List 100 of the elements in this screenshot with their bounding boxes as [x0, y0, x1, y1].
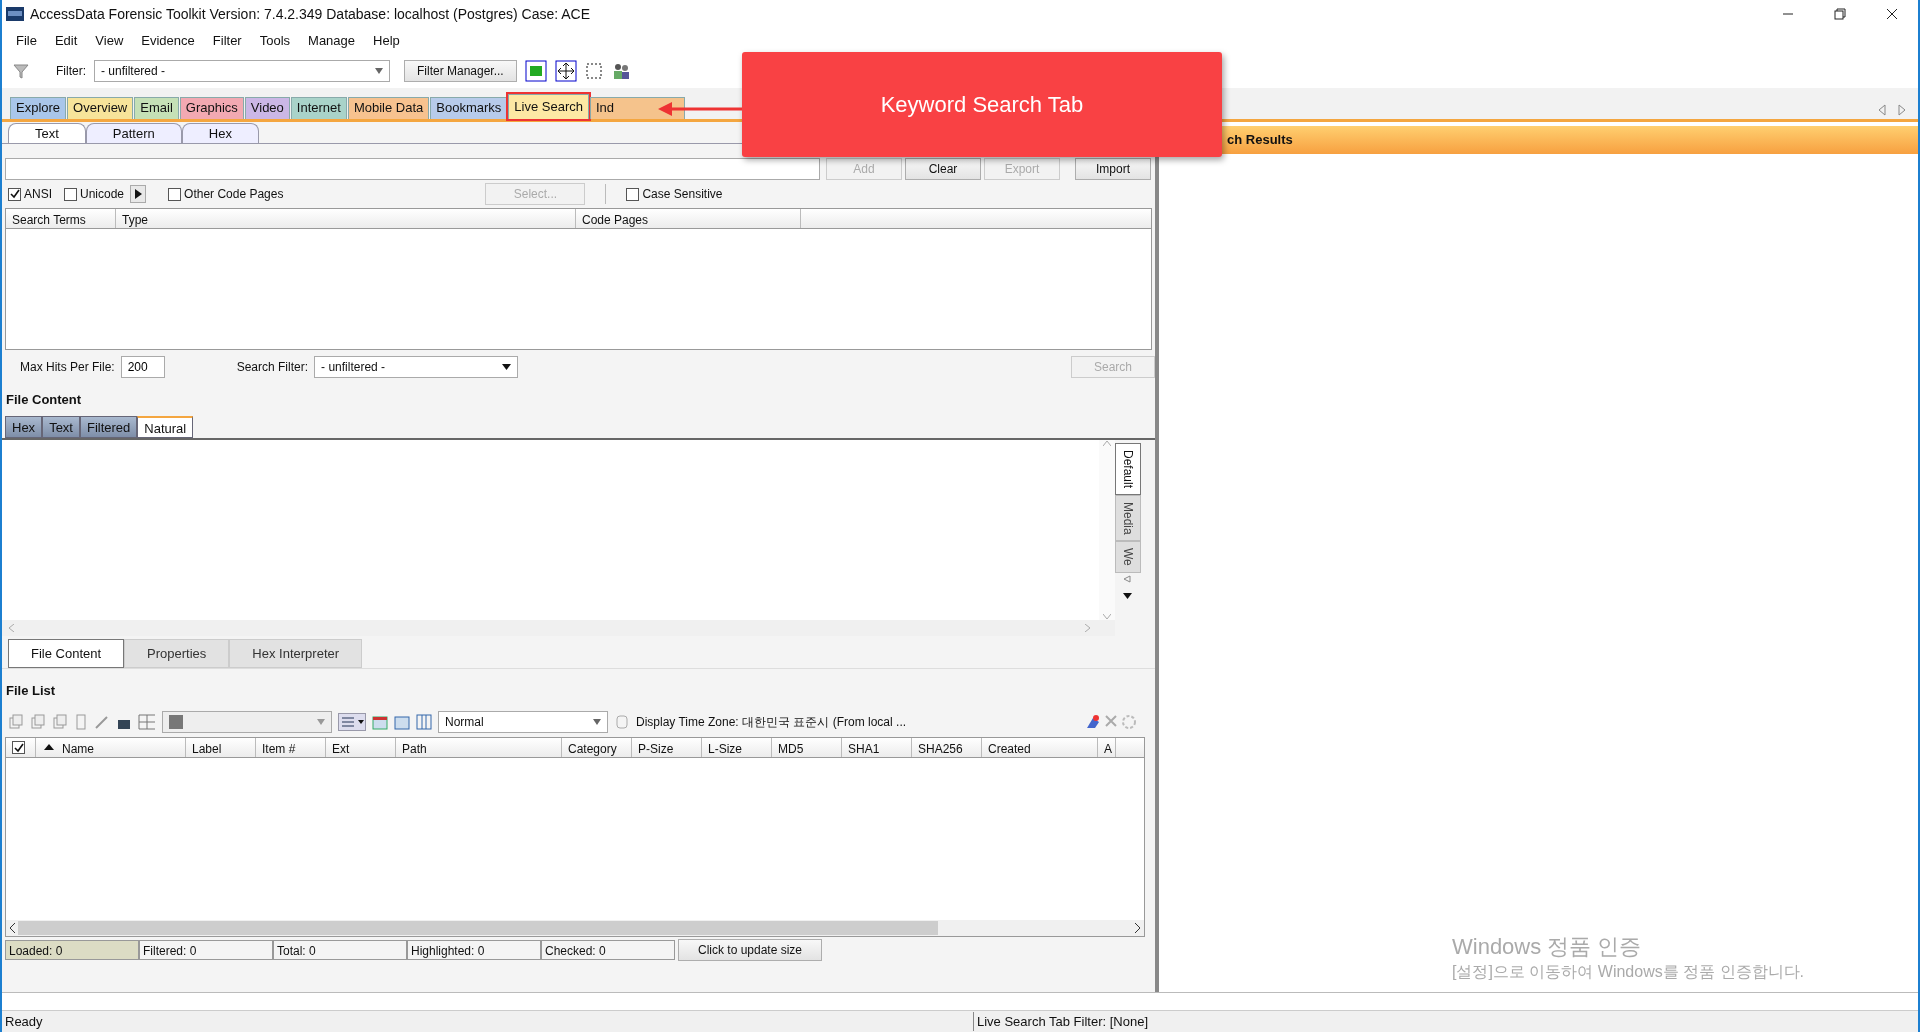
tab[interactable]: Explore: [10, 97, 67, 119]
scroll-left-icon[interactable]: [9, 922, 15, 933]
tab[interactable]: File Content: [8, 638, 125, 668]
selection-icon[interactable]: [584, 62, 603, 80]
column-header[interactable]: Ext: [326, 737, 396, 757]
columns-icon[interactable]: [416, 713, 432, 730]
tab[interactable]: Email: [134, 97, 179, 119]
tab[interactable]: Natural: [137, 415, 194, 438]
tab[interactable]: Hex: [5, 415, 43, 438]
column-header[interactable]: Item #: [256, 737, 326, 757]
column-header[interactable]: MD5: [772, 737, 842, 757]
tab[interactable]: Graphics: [179, 97, 244, 119]
close-icon[interactable]: [1886, 8, 1898, 20]
column-header[interactable]: Code Pages: [576, 209, 801, 228]
tab[interactable]: Mobile Data: [347, 97, 430, 119]
funnel-icon[interactable]: [12, 62, 30, 80]
checkbox-label: Case Sensitive: [642, 186, 723, 203]
column-header[interactable]: A: [1098, 737, 1116, 757]
menu-item[interactable]: View: [95, 31, 124, 51]
scroll-down-icon[interactable]: [1103, 613, 1111, 620]
calendar-icon[interactable]: [372, 713, 388, 730]
dropdown-arrow-icon: [502, 364, 512, 370]
scroll-right-icon[interactable]: [1135, 922, 1141, 933]
search-filter-dropdown[interactable]: - unfiltered -: [314, 356, 519, 378]
square-frame-icon[interactable]: [524, 60, 547, 82]
button[interactable]: Clear: [905, 158, 981, 180]
column-header[interactable]: Category: [562, 737, 632, 757]
status-text: Ready: [4, 1012, 43, 1031]
menu-item[interactable]: Tools: [259, 31, 291, 51]
tab[interactable]: Video: [244, 97, 290, 119]
tab[interactable]: Text: [8, 123, 86, 143]
annotation-label: Keyword Search Tab: [742, 52, 1222, 157]
menu-item[interactable]: Edit: [54, 31, 78, 51]
list-view-icon[interactable]: [338, 712, 366, 731]
filter-label: Filter:: [56, 63, 86, 80]
column-header[interactable]: Type: [116, 209, 576, 228]
scrollbar-thumb[interactable]: [18, 920, 938, 935]
pencil-icon[interactable]: [94, 713, 110, 730]
column-header[interactable]: Name: [36, 737, 186, 757]
button[interactable]: Import: [1075, 158, 1151, 180]
tab[interactable]: Hex: [181, 123, 259, 143]
checkbox[interactable]: [8, 187, 21, 201]
max-hits-field[interactable]: 200: [120, 356, 165, 378]
search-filter-label: Search Filter:: [236, 359, 309, 376]
menu-item[interactable]: Filter: [212, 31, 242, 51]
tab[interactable]: We: [1115, 541, 1141, 573]
dropdown-arrow-icon[interactable]: [1123, 593, 1132, 599]
select-all-checkbox[interactable]: [12, 741, 25, 754]
tab[interactable]: Hex Interpreter: [229, 638, 363, 668]
tab[interactable]: Live Search: [508, 94, 589, 119]
tab[interactable]: Default: [1115, 442, 1141, 495]
search-term-field[interactable]: [5, 158, 820, 180]
dropdown-arrow-icon: [593, 718, 601, 725]
tab[interactable]: Pattern: [85, 123, 182, 143]
move-arrows-icon[interactable]: [554, 60, 577, 82]
time-zone-label: Display Time Zone: 대한민국 표준시 (From local ...: [636, 713, 907, 731]
status-text: Live Search Tab Filter: [None]: [973, 1011, 1148, 1032]
scroll-up-icon[interactable]: [1103, 439, 1111, 446]
column-header[interactable]: Path: [396, 737, 562, 757]
restore-icon[interactable]: [1834, 8, 1846, 20]
update-size-button[interactable]: Click to update size: [678, 938, 822, 961]
checkbox[interactable]: [626, 187, 640, 201]
dropdown-arrow-icon: [375, 68, 383, 74]
sort-arrow-icon: [44, 743, 54, 750]
column-header[interactable]: Search Terms: [6, 209, 116, 228]
tab[interactable]: Internet: [290, 97, 347, 119]
tab[interactable]: Bookmarks: [430, 97, 508, 119]
column-header[interactable]: Label: [186, 737, 256, 757]
copy-icon[interactable]: [30, 713, 46, 730]
menu-item[interactable]: File: [16, 31, 37, 51]
tab[interactable]: Text: [42, 415, 80, 438]
menu-item[interactable]: Help: [373, 31, 400, 51]
menu-item[interactable]: Evidence: [141, 31, 195, 51]
column-header[interactable]: SHA256: [912, 737, 982, 757]
grid-icon[interactable]: [138, 713, 156, 730]
view-mode-dropdown[interactable]: Normal: [438, 710, 608, 733]
menu-item[interactable]: Manage: [308, 31, 356, 51]
filter-manager-button[interactable]: Filter Manager...: [404, 60, 517, 82]
copy-icon[interactable]: [52, 713, 68, 730]
dropdown[interactable]: [162, 710, 332, 733]
tab[interactable]: Media: [1115, 494, 1141, 542]
checkbox[interactable]: [64, 187, 77, 201]
count-label: Checked: 0: [541, 939, 675, 960]
play-icon[interactable]: [130, 185, 147, 203]
column-header[interactable]: L-Size: [702, 737, 772, 757]
column-header[interactable]: SHA1: [842, 737, 912, 757]
tab[interactable]: Overview: [67, 97, 134, 119]
color-swatch-icon: [169, 714, 183, 729]
collapse-arrow-icon[interactable]: [1123, 575, 1131, 583]
tab[interactable]: Filtered: [79, 415, 138, 438]
checkbox[interactable]: [168, 187, 182, 201]
tab[interactable]: Ind: [590, 97, 686, 119]
tab[interactable]: Properties: [124, 638, 230, 668]
copy-icon[interactable]: [8, 713, 24, 730]
column-header[interactable]: P-Size: [632, 737, 702, 757]
filter-dropdown[interactable]: - unfiltered -: [94, 60, 390, 82]
count-label: Highlighted: 0: [407, 939, 541, 960]
column-header[interactable]: Created: [982, 737, 1098, 757]
count-label: Filtered: 0: [139, 939, 273, 960]
calendar-icon[interactable]: [394, 713, 410, 730]
